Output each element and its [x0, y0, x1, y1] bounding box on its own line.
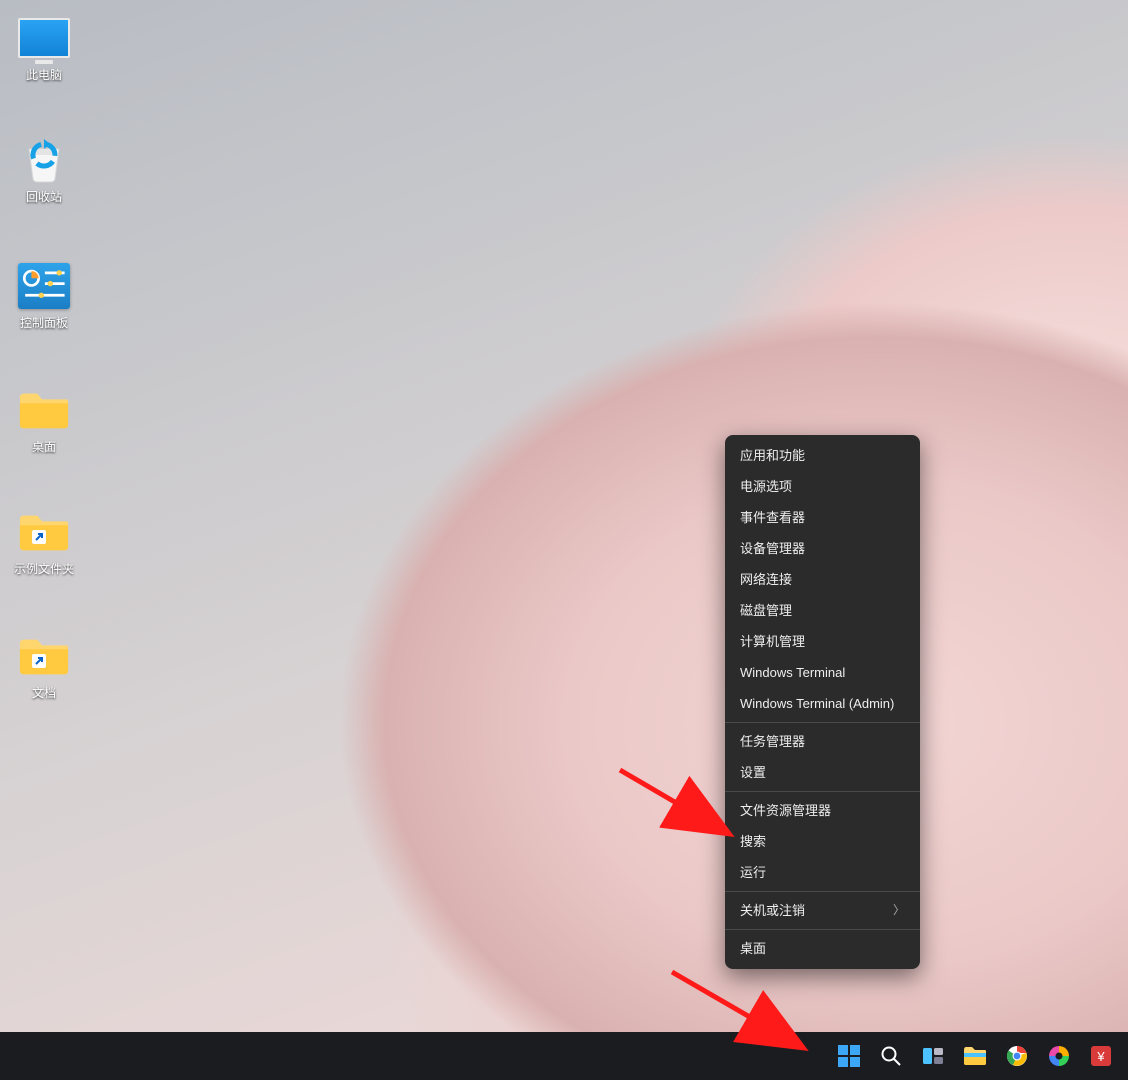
menu-separator	[725, 722, 920, 723]
task-view-icon	[922, 1045, 944, 1067]
menu-separator	[725, 929, 920, 930]
folder-icon	[18, 630, 70, 682]
start-button[interactable]	[828, 1035, 870, 1077]
desktop-icon-sample-folder[interactable]: 示例文件夹	[2, 506, 86, 576]
color-circle-icon	[1048, 1045, 1070, 1067]
desktop-icon-label: 桌面	[2, 440, 86, 454]
desktop-icon-documents[interactable]: 文档	[2, 630, 86, 700]
task-view-button[interactable]	[912, 1035, 954, 1077]
menu-item-disk-mgmt[interactable]: 磁盘管理	[725, 595, 920, 626]
menu-item-label: 磁盘管理	[740, 595, 792, 626]
menu-item-label: Windows Terminal (Admin)	[740, 688, 894, 719]
menu-item-shutdown[interactable]: 关机或注销 〉	[725, 895, 920, 926]
desktop-background[interactable]: 此电脑 回收站	[0, 0, 1128, 1032]
menu-separator	[725, 791, 920, 792]
menu-item-label: 搜索	[740, 826, 766, 857]
start-context-menu: 应用和功能 电源选项 事件查看器 设备管理器 网络连接 磁盘管理 计算机管理 W…	[725, 435, 920, 969]
app-red-icon: ¥	[1090, 1045, 1112, 1067]
desktop-icon-desktop-folder[interactable]: 桌面	[2, 384, 86, 454]
menu-item-network[interactable]: 网络连接	[725, 564, 920, 595]
menu-item-terminal-admin[interactable]: Windows Terminal (Admin)	[725, 688, 920, 719]
menu-item-computer-mgmt[interactable]: 计算机管理	[725, 626, 920, 657]
menu-item-terminal[interactable]: Windows Terminal	[725, 657, 920, 688]
menu-item-settings[interactable]: 设置	[725, 757, 920, 788]
menu-separator	[725, 891, 920, 892]
desktop-icon-label: 文档	[2, 686, 86, 700]
folder-icon	[963, 1045, 987, 1067]
menu-item-label: 电源选项	[740, 471, 792, 502]
taskbar: ¥	[0, 1032, 1128, 1080]
recycle-bin-icon	[18, 134, 70, 186]
menu-item-label: 关机或注销	[740, 895, 805, 926]
app-red-button[interactable]: ¥	[1080, 1035, 1122, 1077]
menu-item-file-explorer[interactable]: 文件资源管理器	[725, 795, 920, 826]
windows-logo-icon	[838, 1045, 860, 1067]
monitor-icon	[18, 12, 70, 64]
desktop-icon-label: 此电脑	[2, 68, 86, 82]
menu-item-label: 运行	[740, 857, 766, 888]
menu-item-device-manager[interactable]: 设备管理器	[725, 533, 920, 564]
control-panel-icon	[18, 260, 70, 312]
folder-icon	[18, 384, 70, 436]
search-icon	[880, 1045, 902, 1067]
shortcut-arrow-icon	[32, 654, 46, 668]
desktop-icon-label: 回收站	[2, 190, 86, 204]
chrome-button[interactable]	[996, 1035, 1038, 1077]
menu-item-label: 设置	[740, 757, 766, 788]
menu-item-label: 桌面	[740, 933, 766, 964]
menu-item-desktop[interactable]: 桌面	[725, 933, 920, 964]
menu-item-label: 应用和功能	[740, 440, 805, 471]
chrome-icon	[1006, 1045, 1028, 1067]
folder-icon	[18, 506, 70, 558]
menu-item-apps-features[interactable]: 应用和功能	[725, 440, 920, 471]
search-button[interactable]	[870, 1035, 912, 1077]
desktop-icon-this-pc[interactable]: 此电脑	[2, 12, 86, 82]
menu-item-label: Windows Terminal	[740, 657, 845, 688]
menu-item-label: 文件资源管理器	[740, 795, 831, 826]
menu-item-event-viewer[interactable]: 事件查看器	[725, 502, 920, 533]
desktop-icon-recycle-bin[interactable]: 回收站	[2, 134, 86, 204]
menu-item-search[interactable]: 搜索	[725, 826, 920, 857]
menu-item-run[interactable]: 运行	[725, 857, 920, 888]
desktop-icon-label: 示例文件夹	[2, 562, 86, 576]
menu-item-task-manager[interactable]: 任务管理器	[725, 726, 920, 757]
svg-text:¥: ¥	[1096, 1049, 1105, 1064]
menu-item-power-options[interactable]: 电源选项	[725, 471, 920, 502]
desktop-icon-control-panel[interactable]: 控制面板	[2, 260, 86, 330]
browser-color-button[interactable]	[1038, 1035, 1080, 1077]
shortcut-arrow-icon	[32, 530, 46, 544]
menu-item-label: 事件查看器	[740, 502, 805, 533]
desktop-icon-label: 控制面板	[2, 316, 86, 330]
menu-item-label: 设备管理器	[740, 533, 805, 564]
chevron-right-icon: 〉	[893, 895, 905, 926]
menu-item-label: 任务管理器	[740, 726, 805, 757]
menu-item-label: 计算机管理	[740, 626, 805, 657]
menu-item-label: 网络连接	[740, 564, 792, 595]
file-explorer-button[interactable]	[954, 1035, 996, 1077]
